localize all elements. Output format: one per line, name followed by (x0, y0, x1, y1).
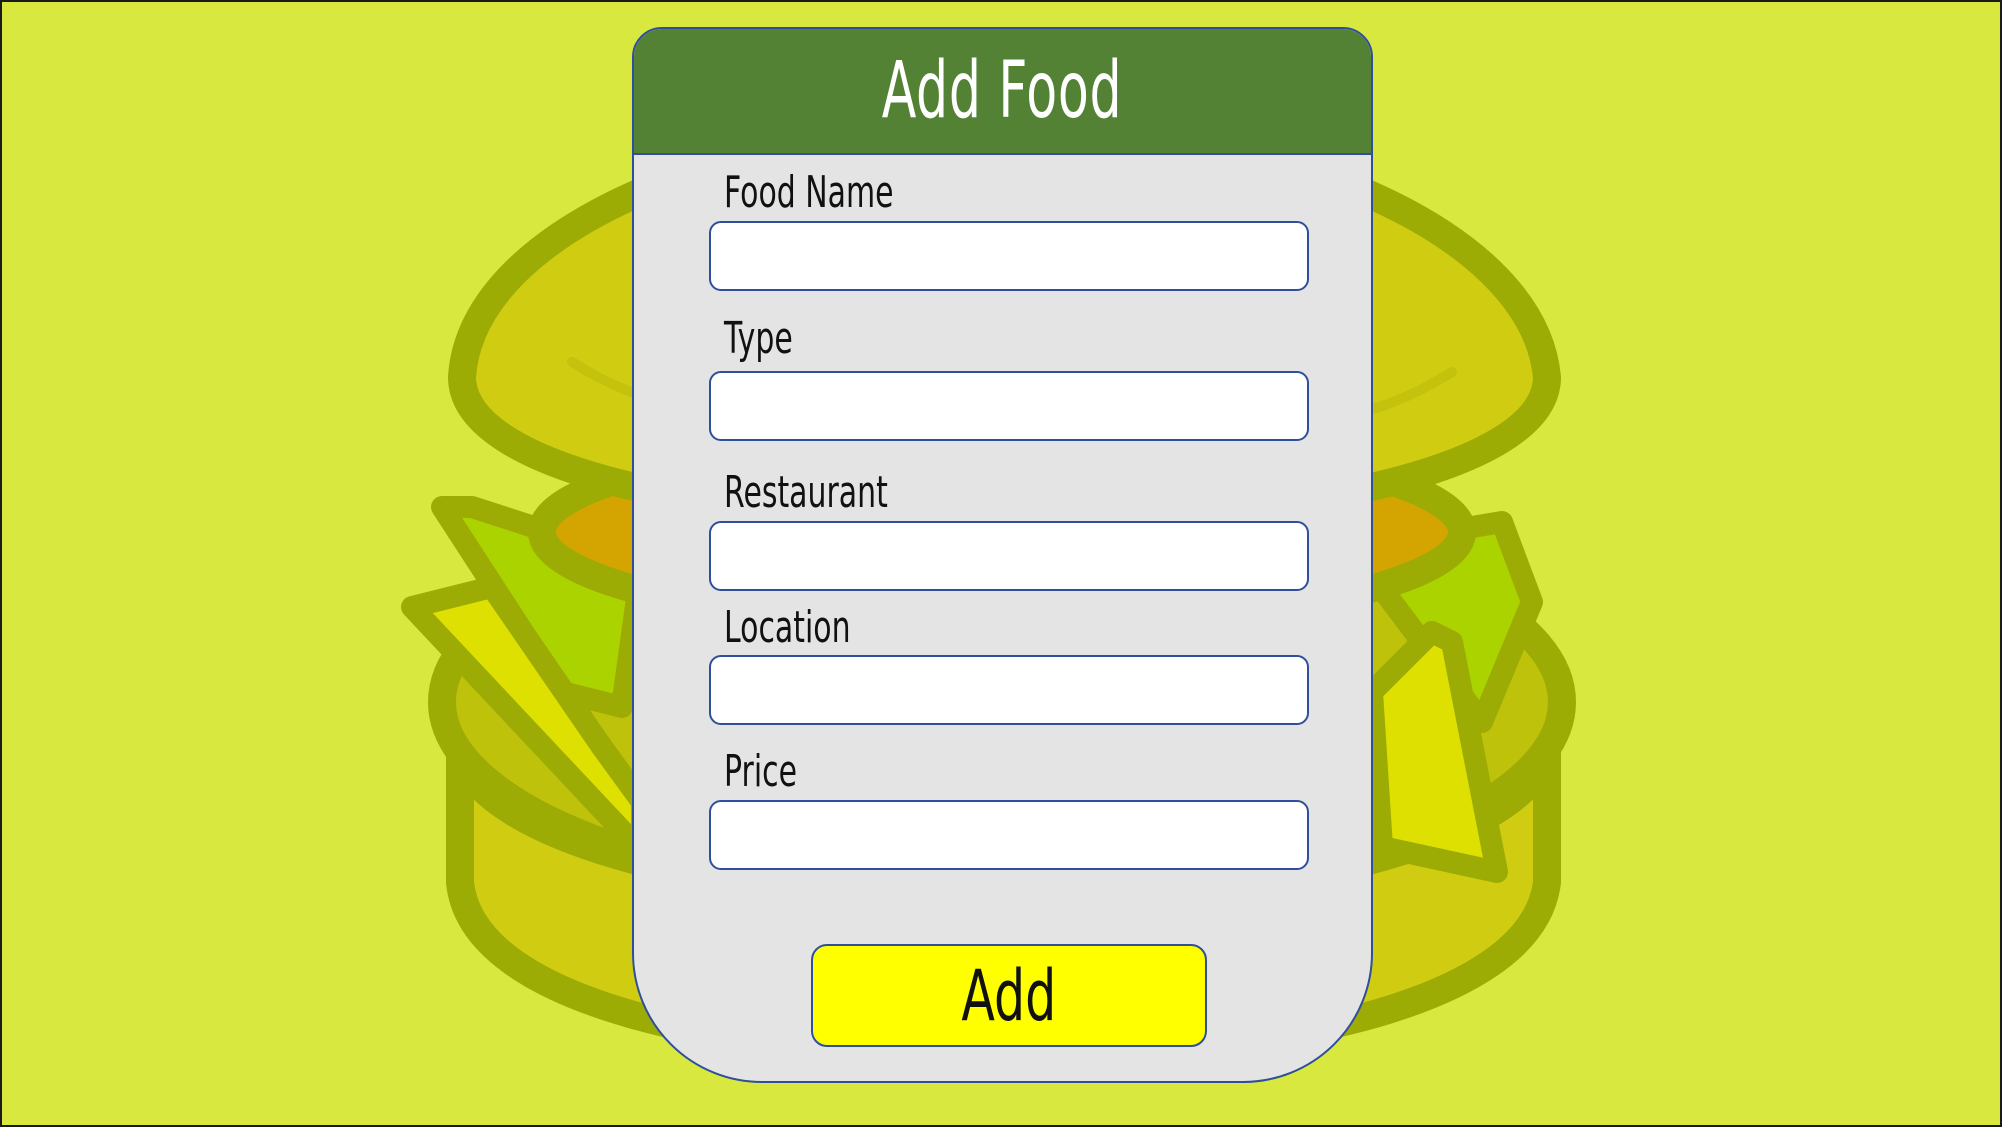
add-food-dialog: Add Food Food Name Type Restaurant Locat… (632, 27, 1373, 1083)
dialog-title: Add Food (882, 46, 1123, 136)
location-label: Location (724, 602, 851, 653)
add-button[interactable]: Add (811, 944, 1207, 1047)
food-name-input[interactable] (709, 221, 1309, 291)
price-input[interactable] (709, 800, 1309, 870)
add-button-label: Add (961, 954, 1057, 1037)
type-input[interactable] (709, 371, 1309, 441)
dialog-header: Add Food (634, 29, 1371, 155)
restaurant-label: Restaurant (724, 467, 888, 518)
restaurant-input[interactable] (709, 521, 1309, 591)
location-input[interactable] (709, 655, 1309, 725)
food-name-label: Food Name (724, 167, 894, 218)
type-label: Type (724, 313, 793, 364)
price-label: Price (724, 746, 797, 797)
app-window: Add Food Food Name Type Restaurant Locat… (0, 0, 2002, 1127)
